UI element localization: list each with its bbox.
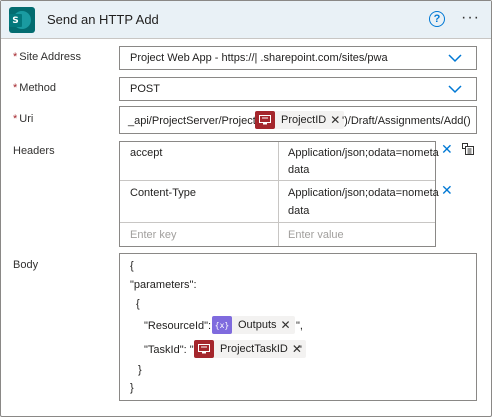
uri-input[interactable]: _api/ProjectServer/Projects(' ProjectID … [119,106,477,134]
task-id-suffix: " [298,344,302,356]
method-label: * Method [13,82,56,94]
uri-prefix: _api/ProjectServer/Projects(' [128,115,268,127]
chevron-down-icon[interactable] [448,82,462,96]
remove-token-icon[interactable]: ✕ [281,318,295,332]
method-label-text: Method [19,82,56,94]
outputs-token[interactable]: {x} Outputs ✕ [212,316,295,334]
body-input[interactable]: { "parameters": { "ResourceId": " {x} Ou… [119,253,477,401]
uri-suffix: ')/Draft/Assignments/Add() [342,115,471,127]
action-title[interactable]: Send an HTTP Add [47,12,159,27]
switch-to-text-mode-icon[interactable] [462,143,474,155]
project-id-token[interactable]: ProjectID ✕ [255,111,345,129]
task-id-prefix: "TaskId": " [144,344,194,356]
site-address-label: * Site Address [13,51,81,63]
delete-header-icon[interactable]: ✕ [441,142,453,158]
site-address-value: Project Web App - https://| .sharepoint.… [130,52,388,64]
header-key-input[interactable]: Enter key [130,229,176,241]
body-open-brace: { [130,260,134,272]
header-key-accept[interactable]: accept [130,147,162,159]
headers-row-divider [120,222,435,223]
project-online-icon [194,340,214,358]
required-mark: * [13,51,18,63]
more-options-icon[interactable]: ··· [461,9,480,27]
headers-row-divider [120,180,435,181]
body-label: Body [13,259,39,271]
site-address-dropdown[interactable]: Project Web App - https://| .sharepoint.… [119,46,477,70]
resource-id-prefix: "ResourceId": " [144,320,219,332]
expression-icon: {x} [212,316,232,334]
header-value-content-type[interactable]: Application/json;odata=nometa [288,187,439,199]
required-mark: * [13,113,18,125]
header-value-input[interactable]: Enter value [288,229,344,241]
resource-id-suffix: ", [296,320,303,332]
action-card: S Send an HTTP Add ? ··· * Site Address P… [0,0,492,417]
required-mark: * [13,82,18,94]
action-header[interactable]: S Send an HTTP Add ? ··· [1,1,491,39]
header-value-accept-cont[interactable]: data [288,164,309,176]
body-inner-close: } [138,364,142,376]
site-address-label-text: Site Address [19,51,82,63]
headers-table: accept Application/json;odata=nometa dat… [119,141,439,247]
header-value-accept[interactable]: Application/json;odata=nometa [288,147,439,159]
project-task-id-token[interactable]: ProjectTaskID ✕ [194,340,306,358]
header-value-content-type-cont[interactable]: data [288,205,309,217]
body-close-brace: } [130,382,134,394]
project-online-icon [255,111,275,129]
outputs-token-label: Outputs [238,319,277,331]
sharepoint-letter: S [9,14,22,27]
method-value: POST [130,83,160,95]
body-parameters-line: "parameters": [130,279,197,291]
uri-label: * Uri [13,113,33,125]
chevron-down-icon[interactable] [448,51,462,65]
uri-label-text: Uri [19,113,34,125]
project-id-token-label: ProjectID [281,114,327,126]
method-dropdown[interactable]: POST [119,77,477,101]
headers-column-divider [278,142,279,246]
delete-header-icon[interactable]: ✕ [441,183,453,199]
sharepoint-icon: S [9,7,35,33]
header-key-content-type[interactable]: Content-Type [130,187,196,199]
project-task-id-token-label: ProjectTaskID [220,343,288,355]
help-icon[interactable]: ? [429,11,445,27]
headers-label: Headers [13,145,55,157]
body-inner-open: { [136,298,140,310]
